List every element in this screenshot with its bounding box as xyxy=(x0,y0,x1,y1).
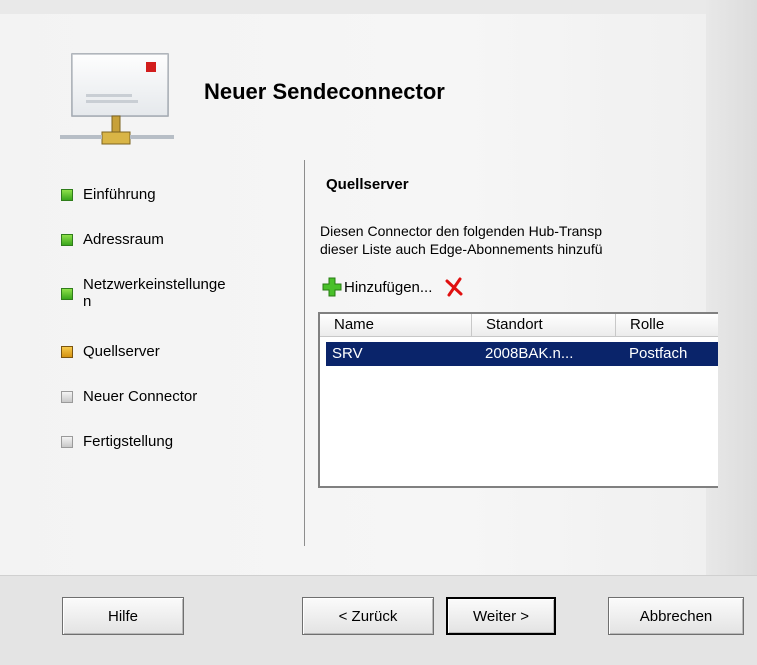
help-button-label: Hilfe xyxy=(107,607,138,625)
list-header: Name Standort Rolle xyxy=(320,314,718,337)
back-button[interactable]: < Zurück xyxy=(302,597,434,635)
top-band xyxy=(0,0,757,14)
back-button-label: < Zurück xyxy=(338,607,398,625)
column-header-rolle[interactable]: Rolle xyxy=(616,314,718,336)
add-button[interactable]: Hinzufügen... xyxy=(322,277,432,297)
description: Diesen Connector den folgenden Hub-Trans… xyxy=(320,222,706,258)
step-label: Adressraum xyxy=(83,231,164,248)
step-netzwerkeinstellungen: Netzwerkeinstellunge n xyxy=(61,276,273,310)
toolbar: Hinzufügen... xyxy=(322,276,464,298)
table-row[interactable]: SRV 2008BAK.n... Postfach xyxy=(326,342,718,366)
step-einfuehrung: Einführung xyxy=(61,186,273,203)
step-quellserver: Quellserver xyxy=(61,343,273,360)
remove-button[interactable] xyxy=(444,277,464,297)
green-plus-icon xyxy=(322,277,342,297)
step-pending-icon xyxy=(61,436,73,448)
red-x-icon xyxy=(445,277,463,297)
page-title: Neuer Sendeconnector xyxy=(204,79,445,104)
cancel-button[interactable]: Abbrechen xyxy=(608,597,744,635)
cancel-button-label: Abbrechen xyxy=(639,607,713,625)
step-adressraum: Adressraum xyxy=(61,231,273,248)
send-connector-icon xyxy=(60,53,174,145)
help-button[interactable]: Hilfe xyxy=(62,597,184,635)
step-done-icon xyxy=(61,234,73,246)
step-neuer-connector: Neuer Connector xyxy=(61,388,273,405)
column-header-standort[interactable]: Standort xyxy=(472,314,616,336)
step-label: Neuer Connector xyxy=(83,388,198,405)
step-label: Netzwerkeinstellunge n xyxy=(83,276,226,310)
cell-rolle: Postfach xyxy=(629,345,688,362)
divider xyxy=(304,160,305,546)
step-pending-icon xyxy=(61,391,73,403)
step-fertigstellung: Fertigstellung xyxy=(61,433,273,450)
section-title: Quellserver xyxy=(326,176,409,193)
step-label: Einführung xyxy=(83,186,156,203)
add-button-label: Hinzufügen... xyxy=(344,278,433,296)
step-done-icon xyxy=(61,288,73,300)
step-label: Quellserver xyxy=(83,343,160,360)
source-server-list[interactable]: Name Standort Rolle SRV 2008BAK.n... Pos… xyxy=(318,312,718,488)
description-line: Diesen Connector den folgenden Hub-Trans… xyxy=(320,223,602,239)
next-button-label: Weiter > xyxy=(473,607,529,625)
cell-name: SRV xyxy=(332,345,363,362)
description-line: dieser Liste auch Edge-Abonnements hinzu… xyxy=(320,241,603,257)
step-current-icon xyxy=(61,346,73,358)
next-button[interactable]: Weiter > xyxy=(446,597,556,635)
step-done-icon xyxy=(61,189,73,201)
cell-standort: 2008BAK.n... xyxy=(485,345,574,362)
step-label: Fertigstellung xyxy=(83,433,174,450)
column-header-name[interactable]: Name xyxy=(320,314,472,336)
